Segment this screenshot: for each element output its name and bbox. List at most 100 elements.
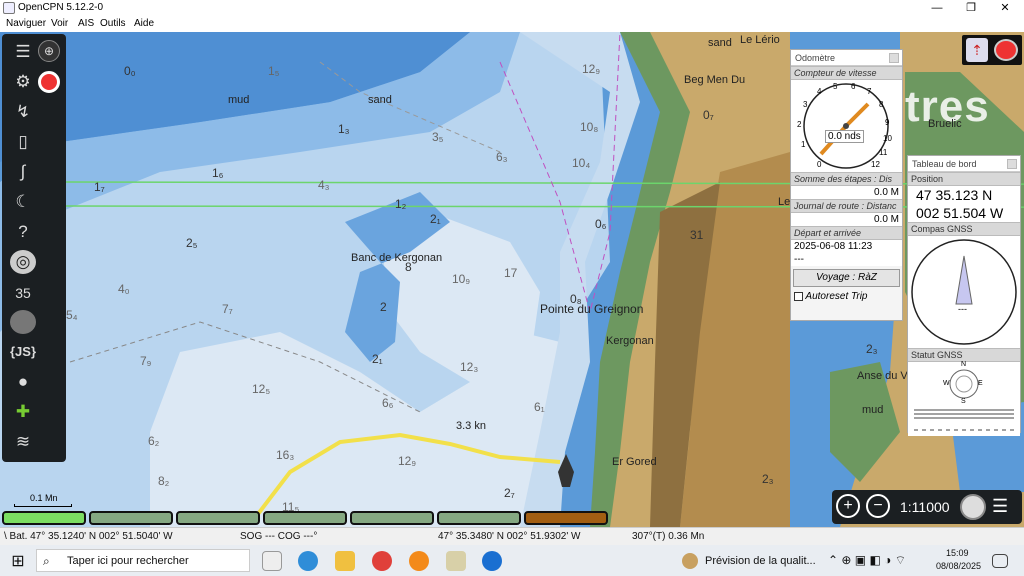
trip-reset-button[interactable]: Voyage : RàZ bbox=[793, 269, 900, 287]
tick-7: 7 bbox=[867, 87, 872, 96]
firefox-icon[interactable] bbox=[409, 551, 429, 571]
zoom-in-icon[interactable]: + bbox=[836, 494, 860, 518]
minimize-button[interactable]: — bbox=[920, 0, 954, 17]
autoreset-checkbox[interactable] bbox=[794, 291, 803, 301]
depth-sounding: 1₅ bbox=[268, 64, 280, 78]
depth-sounding: 0₈ bbox=[570, 292, 582, 306]
label-banc-kergonan: Banc de Kergonan bbox=[351, 252, 443, 264]
window-title: OpenCPN 5.12.2-0 bbox=[18, 2, 104, 13]
lifebuoy-icon[interactable] bbox=[38, 71, 60, 93]
north-up-icon[interactable]: ⇡ bbox=[966, 38, 988, 62]
taskbar-search-placeholder: Taper ici pour rechercher bbox=[67, 555, 189, 567]
status-sog-cog: SOG --- COG ---° bbox=[240, 531, 318, 542]
menu-icon[interactable]: ☰ bbox=[10, 40, 36, 64]
route-icon[interactable]: ↯ bbox=[10, 100, 36, 124]
track-icon[interactable]: ∫ bbox=[10, 160, 36, 184]
label-mud: mud bbox=[228, 94, 250, 106]
tick-9: 9 bbox=[885, 118, 890, 127]
app-icon bbox=[3, 2, 15, 14]
depth-sounding: 12₃ bbox=[460, 360, 479, 374]
piano-key[interactable] bbox=[89, 511, 173, 525]
depth-sounding: 2₁ bbox=[372, 352, 383, 366]
js-plugin-icon[interactable]: {JS} bbox=[10, 340, 36, 364]
depth-sounding: 6₃ bbox=[496, 150, 508, 164]
app-taskbar-icon[interactable] bbox=[482, 551, 502, 571]
clock-time[interactable]: 15:09 bbox=[946, 548, 969, 558]
edge-icon[interactable] bbox=[298, 551, 318, 571]
speed-value: 0.0 nds bbox=[825, 130, 864, 143]
help-icon[interactable]: ? bbox=[10, 220, 36, 244]
globe-icon[interactable]: ● bbox=[10, 370, 36, 394]
depth-sounding: 2 bbox=[380, 300, 387, 314]
depth-sounding: 16₃ bbox=[276, 448, 295, 462]
windows-start-icon[interactable]: ⊞ bbox=[8, 551, 28, 571]
moon-icon[interactable]: ☾ bbox=[10, 190, 36, 214]
menu-naviguer[interactable]: Naviguer bbox=[6, 18, 46, 29]
depth-sounding: 17 bbox=[504, 266, 518, 280]
close-button[interactable]: ✕ bbox=[988, 0, 1022, 17]
settings-icon[interactable]: ⚙ bbox=[10, 70, 36, 94]
tide-icon[interactable]: ≋ bbox=[10, 430, 36, 454]
main-toolbar: ☰ ⊕ ⚙ ↯ ▯ ∫ ☾ ? ◎ 35 {JS} ● ✚ ≋ bbox=[2, 34, 66, 462]
zoom-out-icon[interactable]: − bbox=[866, 494, 890, 518]
notifications-icon[interactable] bbox=[992, 554, 1008, 568]
opencpn-taskbar-icon[interactable] bbox=[446, 551, 466, 571]
depth-sounding: 12₉ bbox=[398, 454, 417, 468]
label-sand: sand bbox=[368, 94, 392, 106]
depart-label: Départ et arrivée bbox=[791, 226, 902, 240]
dashboard-close-button[interactable] bbox=[1007, 159, 1017, 169]
task-view-icon[interactable] bbox=[262, 551, 282, 571]
piano-key[interactable] bbox=[437, 511, 521, 525]
tray-icons[interactable]: ⌃ ⊕ ▣ ◧ ◑ ⌔ bbox=[828, 553, 906, 568]
hamburger-menu-icon[interactable]: ☰ bbox=[992, 496, 1016, 518]
depth-sounding: 6₆ bbox=[382, 396, 394, 410]
clock-date[interactable]: 08/08/2025 bbox=[936, 561, 981, 571]
layer-icon[interactable]: ◎ bbox=[10, 250, 36, 274]
label-kergonan: Kergonan bbox=[606, 335, 654, 347]
menu-outils[interactable]: Outils bbox=[100, 18, 126, 29]
label-le: Le bbox=[778, 196, 791, 208]
puzzle-icon[interactable]: ✚ bbox=[10, 400, 36, 424]
menu-ais[interactable]: AIS bbox=[78, 18, 94, 29]
autoreset-label: Autoreset Trip bbox=[805, 291, 868, 302]
speedometer-gauge: 0 1 2 3 4 5 6 7 8 9 10 11 12 0.0 nds bbox=[791, 80, 902, 172]
depth-sounding: 2₃ bbox=[866, 342, 878, 356]
piano-key-selected[interactable] bbox=[524, 511, 608, 525]
dashboard-title: Tableau de bord bbox=[912, 159, 977, 169]
taskbar-search-box[interactable]: ⌕ Taper ici pour rechercher bbox=[36, 549, 250, 572]
menu-voir[interactable]: Voir bbox=[51, 18, 68, 29]
menu-aide[interactable]: Aide bbox=[134, 18, 154, 29]
gps-status-icon[interactable] bbox=[994, 39, 1018, 61]
longitude-value: 002 51.504 W bbox=[908, 204, 1020, 222]
windows-taskbar: ⊞ ⌕ Taper ici pour rechercher Prévision … bbox=[0, 545, 1024, 576]
scale-bar: 0.1 Mn bbox=[14, 493, 74, 507]
depth-sounding: 1₂ bbox=[395, 197, 407, 211]
depth-sounding: 12₉ bbox=[582, 62, 601, 76]
display-icon[interactable] bbox=[10, 310, 36, 334]
odometer-close-button[interactable] bbox=[889, 53, 899, 63]
label-bruelic: Bruelic bbox=[928, 118, 962, 130]
piano-key-active[interactable] bbox=[2, 511, 86, 525]
piano-key[interactable] bbox=[176, 511, 260, 525]
depth-sounding: 3₅ bbox=[432, 130, 444, 144]
odometer-panel: Odomètre Compteur de vitesse 0 1 2 3 4 5… bbox=[790, 49, 903, 321]
label-mud2: mud bbox=[862, 404, 884, 416]
scale-number[interactable]: 35 bbox=[10, 281, 36, 305]
status-boat-position: \ Bat. 47° 35.1240' N 002° 51.5040' W bbox=[4, 531, 173, 542]
tick-6: 6 bbox=[851, 82, 856, 91]
chrome-icon[interactable] bbox=[372, 551, 392, 571]
maximize-button[interactable]: ❐ bbox=[954, 0, 988, 17]
compass-rose-icon[interactable] bbox=[960, 494, 986, 520]
piano-key[interactable] bbox=[263, 511, 347, 525]
tick-12: 12 bbox=[871, 160, 880, 169]
piano-key[interactable] bbox=[350, 511, 434, 525]
weather-text[interactable]: Prévision de la qualit... bbox=[705, 555, 816, 567]
depth-sounding: 1₆ bbox=[212, 166, 224, 180]
file-explorer-icon[interactable] bbox=[335, 551, 355, 571]
depth-sounding: 10₈ bbox=[580, 120, 599, 134]
chart-scale-value[interactable]: 1:11000 bbox=[900, 499, 950, 515]
compass-icon[interactable]: ⊕ bbox=[38, 40, 60, 62]
chart-icon[interactable]: ▯ bbox=[10, 130, 36, 154]
tick-11: 11 bbox=[879, 148, 888, 157]
dashboard-panel: Tableau de bord Position 47 35.123 N 002… bbox=[907, 155, 1021, 436]
